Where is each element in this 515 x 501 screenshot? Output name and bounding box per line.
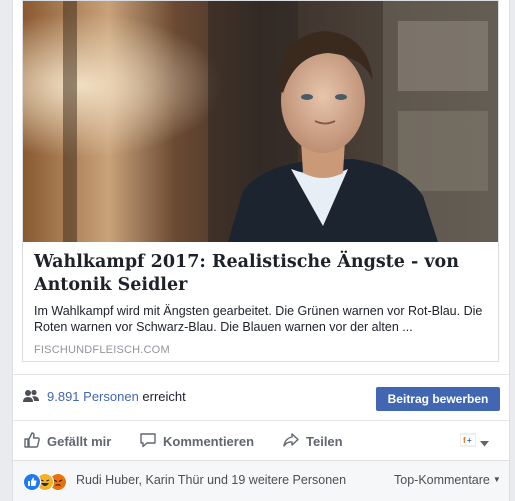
- page-avatar-icon: f +: [459, 433, 477, 452]
- like-label: Gefällt mir: [47, 433, 112, 449]
- link-preview-card[interactable]: Wahlkampf 2017: Realistische Ängste - vo…: [22, 0, 499, 362]
- caret-down-icon: ▼: [492, 475, 501, 484]
- share-button[interactable]: Teilen: [282, 431, 343, 451]
- chevron-down-icon: [480, 434, 489, 452]
- link-domain: FISCHUNDFLEISCH.COM: [34, 344, 170, 356]
- reactors-summary-link[interactable]: Rudi Huber, Karin Thür und 19 weitere Pe…: [76, 473, 346, 487]
- reach-summary: 9.891 Personen erreicht: [47, 389, 186, 404]
- comment-bubble-icon: [139, 431, 163, 452]
- page-voice-selector[interactable]: f +: [459, 433, 489, 452]
- post-card: Wahlkampf 2017: Realistische Ängste - vo…: [12, 0, 510, 501]
- share-label: Teilen: [306, 433, 343, 449]
- reactions-bar: Rudi Huber, Karin Thür und 19 weitere Pe…: [13, 460, 509, 501]
- svg-text:f: f: [463, 436, 466, 445]
- svg-text:+: +: [467, 436, 472, 445]
- reaction-icons[interactable]: [23, 473, 77, 491]
- like-button[interactable]: Gefällt mir: [23, 431, 111, 451]
- share-arrow-icon: [282, 431, 306, 452]
- comment-label: Kommentieren: [163, 433, 255, 449]
- people-icon: [23, 389, 39, 408]
- comment-sort-label: Top-Kommentare: [394, 473, 490, 487]
- boost-post-button[interactable]: Beitrag bewerben: [376, 387, 500, 411]
- link-title[interactable]: Wahlkampf 2017: Realistische Ängste - vo…: [34, 251, 489, 297]
- reach-suffix: erreicht: [142, 389, 186, 404]
- action-bar: Gefällt mir Kommentieren Teilen f +: [13, 420, 509, 460]
- thumbs-up-icon: [23, 431, 47, 452]
- like-reaction-icon: [23, 473, 41, 491]
- comment-sort-dropdown[interactable]: Top-Kommentare ▼: [394, 473, 501, 487]
- comment-button[interactable]: Kommentieren: [139, 431, 254, 451]
- link-description: Im Wahlkampf wird mit Ängsten gearbeitet…: [34, 304, 483, 334]
- link-preview-image[interactable]: [23, 1, 498, 242]
- reach-bar: 9.891 Personen erreicht Beitrag bewerben: [13, 374, 509, 420]
- portrait-photo: [23, 1, 498, 242]
- reach-count-link[interactable]: 9.891 Personen: [47, 389, 139, 404]
